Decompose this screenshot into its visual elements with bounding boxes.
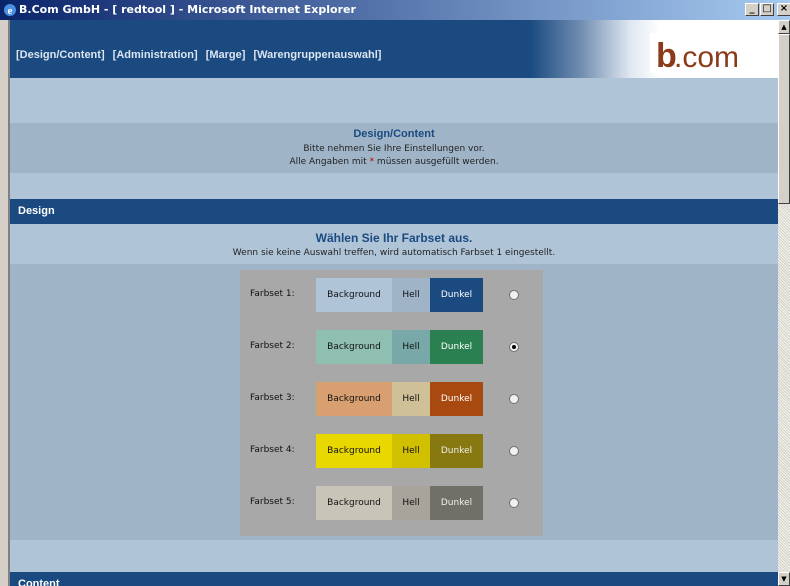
swatch-hell: Hell bbox=[392, 382, 430, 416]
farbset-row-4: Farbset 4: Background Hell Dunkel bbox=[240, 434, 543, 468]
spacer bbox=[10, 540, 778, 572]
section-title-design: Design bbox=[18, 205, 55, 217]
window-title: B.Com GmbH - [ redtool ] - Microsoft Int… bbox=[19, 3, 356, 16]
page-title: Design/Content bbox=[353, 128, 435, 140]
farbset-radio-5[interactable] bbox=[509, 498, 519, 508]
close-button[interactable]: × bbox=[777, 3, 790, 16]
swatch-background: Background bbox=[316, 278, 392, 312]
farbset-radio-2[interactable] bbox=[509, 342, 519, 352]
site-header: [Design/Content] [Administration] [Marge… bbox=[10, 20, 778, 78]
required-note-end: müssen ausgefüllt werden. bbox=[374, 157, 499, 167]
swatch-hell: Hell bbox=[392, 278, 430, 312]
main-nav: [Design/Content] [Administration] [Marge… bbox=[16, 49, 386, 61]
swatch-dunkel: Dunkel bbox=[430, 330, 483, 364]
scroll-down-arrow-icon[interactable]: ▼ bbox=[778, 572, 790, 586]
farbset-subtitle: Wenn sie keine Auswahl treffen, wird aut… bbox=[232, 248, 556, 258]
farbset-row-3: Farbset 3: Background Hell Dunkel bbox=[240, 382, 543, 416]
farbset-title: Wählen Sie Ihr Farbset aus. bbox=[315, 231, 473, 245]
swatch-dunkel: Dunkel bbox=[430, 434, 483, 468]
section-header-content: Content bbox=[10, 572, 778, 586]
nav-marge[interactable]: [Marge] bbox=[206, 49, 246, 61]
minimize-button[interactable]: _ bbox=[745, 3, 759, 16]
farbset-row-2: Farbset 2: Background Hell Dunkel bbox=[240, 330, 543, 364]
vertical-scrollbar[interactable]: ▲ ▼ bbox=[778, 20, 790, 586]
window-title-bar[interactable]: e B.Com GmbH - [ redtool ] - Microsoft I… bbox=[0, 0, 790, 20]
swatch-background: Background bbox=[316, 434, 392, 468]
intro-instruction: Bitte nehmen Sie Ihre Einstellungen vor. bbox=[303, 144, 485, 154]
farbset-heading: Wählen Sie Ihr Farbset aus. Wenn sie kei… bbox=[10, 224, 778, 264]
farbset-radio-4[interactable] bbox=[509, 446, 519, 456]
farbset-label: Farbset 2: bbox=[250, 341, 295, 351]
window-frame bbox=[0, 20, 8, 586]
farbset-label: Farbset 3: bbox=[250, 393, 295, 403]
section-title-content: Content bbox=[18, 578, 60, 586]
farbset-panel: Farbset 1: Background Hell Dunkel Farbse… bbox=[240, 270, 543, 536]
farbset-row-1: Farbset 1: Background Hell Dunkel bbox=[240, 278, 543, 312]
page-content: [Design/Content] [Administration] [Marge… bbox=[10, 20, 778, 586]
farbset-area: Farbset 1: Background Hell Dunkel Farbse… bbox=[10, 264, 778, 540]
swatch-background: Background bbox=[316, 382, 392, 416]
farbset-row-5: Farbset 5: Background Hell Dunkel bbox=[240, 486, 543, 520]
maximize-button[interactable]: □ bbox=[760, 3, 774, 16]
internet-explorer-icon: e bbox=[4, 4, 16, 17]
bcom-logo: b .com bbox=[650, 33, 778, 75]
farbset-label: Farbset 1: bbox=[250, 289, 295, 299]
required-note: Alle Angaben mit * müssen ausgefüllt wer… bbox=[10, 157, 778, 167]
swatch-background: Background bbox=[316, 330, 392, 364]
nav-administration[interactable]: [Administration] bbox=[113, 49, 198, 61]
swatch-hell: Hell bbox=[392, 434, 430, 468]
swatch-dunkel: Dunkel bbox=[430, 382, 483, 416]
swatch-hell: Hell bbox=[392, 486, 430, 520]
farbset-label: Farbset 4: bbox=[250, 445, 295, 455]
logo-text: .com bbox=[674, 41, 740, 74]
section-header-design: Design bbox=[10, 199, 778, 224]
farbset-radio-1[interactable] bbox=[509, 290, 519, 300]
nav-design-content[interactable]: [Design/Content] bbox=[16, 49, 105, 61]
farbset-label: Farbset 5: bbox=[250, 497, 295, 507]
swatch-hell: Hell bbox=[392, 330, 430, 364]
intro-box: Design/Content Bitte nehmen Sie Ihre Ein… bbox=[10, 123, 778, 173]
swatch-background: Background bbox=[316, 486, 392, 520]
nav-warengruppenauswahl[interactable]: [Warengruppenauswahl] bbox=[253, 49, 381, 61]
farbset-radio-3[interactable] bbox=[509, 394, 519, 404]
swatch-dunkel: Dunkel bbox=[430, 278, 483, 312]
scrollbar-thumb[interactable] bbox=[778, 34, 790, 204]
swatch-dunkel: Dunkel bbox=[430, 486, 483, 520]
scroll-up-arrow-icon[interactable]: ▲ bbox=[778, 20, 790, 34]
svg-text:e: e bbox=[8, 5, 13, 17]
required-note-start: Alle Angaben mit bbox=[289, 157, 370, 167]
